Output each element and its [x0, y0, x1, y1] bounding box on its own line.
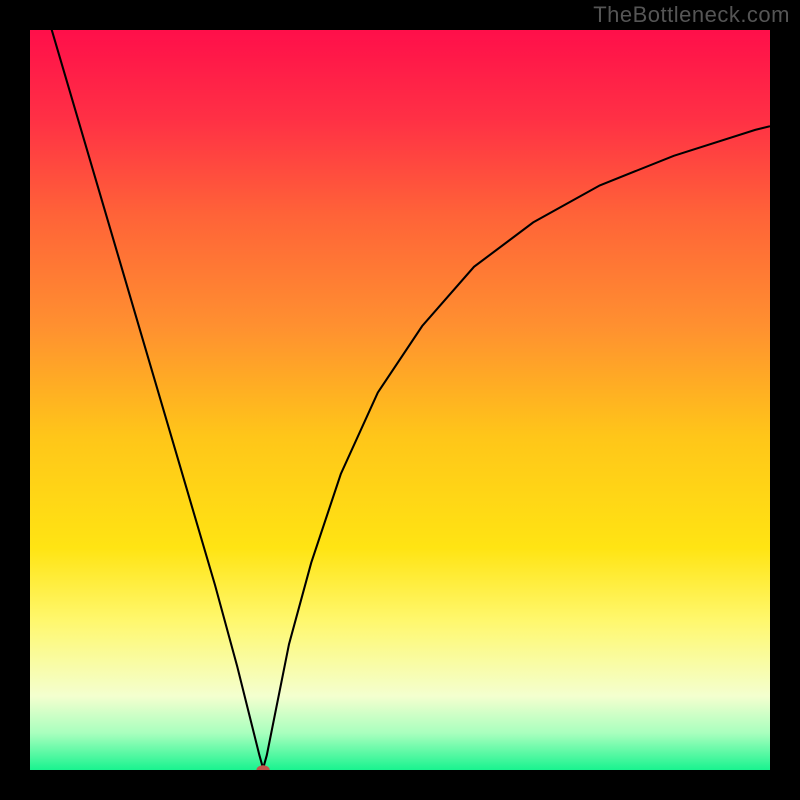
- chart-svg: [30, 30, 770, 770]
- chart-outer: TheBottleneck.com: [0, 0, 800, 800]
- chart-background: [30, 30, 770, 770]
- watermark-text: TheBottleneck.com: [593, 2, 790, 28]
- plot-area: [30, 30, 770, 770]
